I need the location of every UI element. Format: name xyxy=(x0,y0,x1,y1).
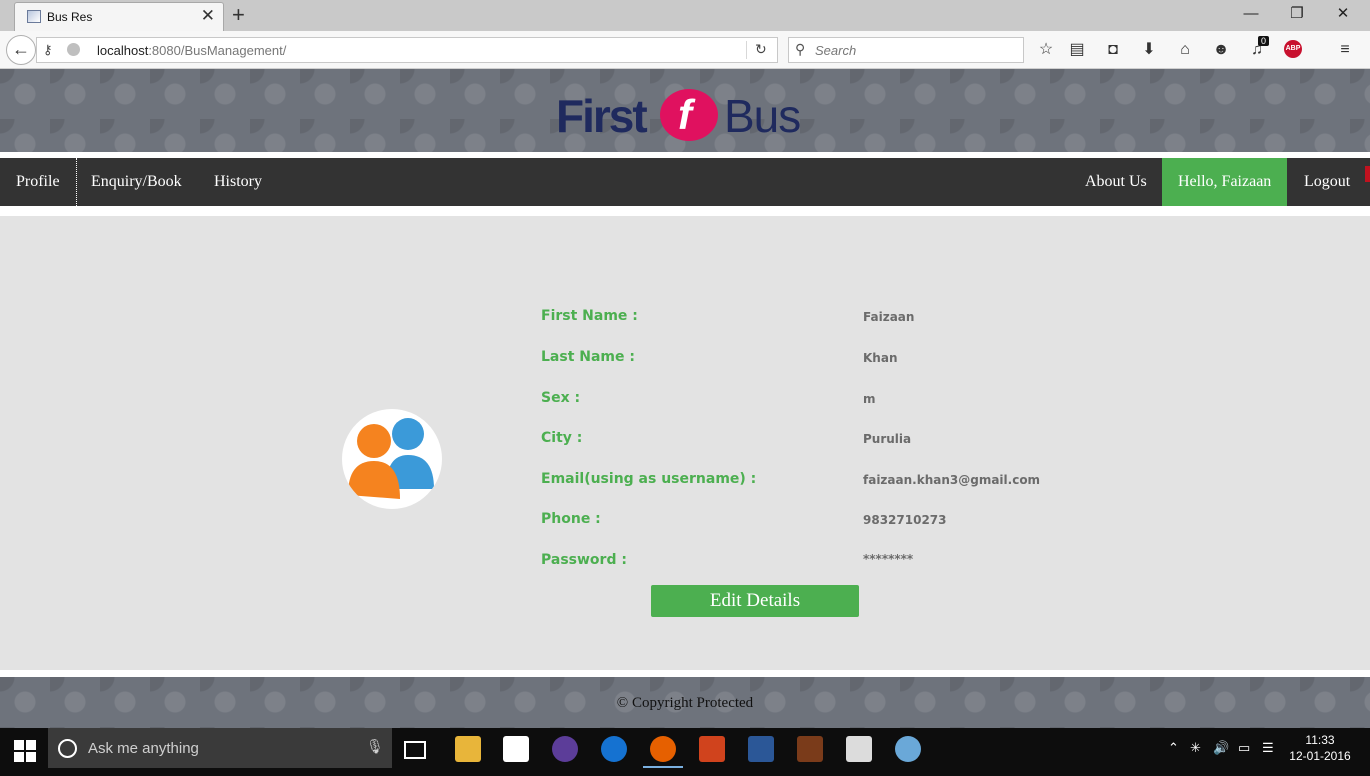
cortana-search-box[interactable]: Ask me anything 🎙 xyxy=(48,728,392,768)
game-icon[interactable] xyxy=(797,736,823,762)
first-name-value: Faizaan xyxy=(863,310,915,324)
first-name-label: First Name : xyxy=(541,308,638,324)
sex-label: Sex : xyxy=(541,390,581,406)
back-arrow-icon: ← xyxy=(12,39,30,59)
task-view-icon[interactable] xyxy=(404,741,426,759)
window-close-icon[interactable]: ✕ xyxy=(1333,4,1353,24)
volume-icon[interactable]: 🔊 xyxy=(1213,740,1229,756)
nav-about-us[interactable]: About Us xyxy=(1085,158,1147,206)
address-bar[interactable]: ⚷ localhost:8080/BusManagement/ ↻ xyxy=(36,37,778,63)
browser-toolbar: ← ⚷ localhost:8080/BusManagement/ ↻ ⚲ Se… xyxy=(0,31,1370,69)
tab-close-icon[interactable]: ✕ xyxy=(201,7,215,25)
tab-title: Bus Res xyxy=(47,10,93,24)
taskbar: Ask me anything 🎙 ⌃ ✳ 🔊 ▭ ☰ 11:33 12-01-… xyxy=(0,728,1370,776)
city-value: Purulia xyxy=(863,432,912,446)
adblock-icon[interactable]: ABP xyxy=(1284,40,1302,58)
search-placeholder: Search xyxy=(815,43,857,58)
cortana-icon xyxy=(58,739,77,758)
tray-chevron-icon[interactable]: ⌃ xyxy=(1168,740,1179,756)
browser-tab[interactable]: Bus Res ✕ xyxy=(14,2,224,31)
edge-browser-icon[interactable] xyxy=(601,736,627,762)
url-text[interactable]: localhost:8080/BusManagement/ xyxy=(97,43,286,58)
globe-icon[interactable] xyxy=(67,43,80,56)
active-app-indicator xyxy=(643,766,683,768)
bookmarks-list-icon[interactable]: ▤ xyxy=(1066,40,1088,62)
site-footer: © Copyright Protected xyxy=(0,677,1370,728)
browser-tabstrip: Bus Res ✕ + — ❐ ✕ xyxy=(0,0,1370,31)
pocket-icon[interactable]: ◘ xyxy=(1102,40,1124,62)
url-divider xyxy=(746,41,747,59)
last-name-value: Khan xyxy=(863,351,898,365)
city-label: City : xyxy=(541,430,583,446)
menu-icon[interactable]: ≡ xyxy=(1334,40,1356,62)
clock-time: 11:33 xyxy=(1305,733,1335,747)
acrobat-icon[interactable] xyxy=(699,736,725,762)
sex-value: m xyxy=(863,392,876,406)
back-button[interactable]: ← xyxy=(6,35,36,65)
microphone-icon[interactable]: 🎙 xyxy=(366,738,384,755)
nav-logout[interactable]: Logout xyxy=(1304,158,1350,206)
nav-edge-marker xyxy=(1365,166,1370,182)
search-bar[interactable]: ⚲ Search xyxy=(788,37,1024,63)
store-icon[interactable] xyxy=(503,736,529,762)
nav-separator xyxy=(76,158,77,206)
download-icon[interactable]: ⬇ xyxy=(1138,40,1160,62)
word-icon[interactable] xyxy=(748,736,774,762)
media-app-icon[interactable] xyxy=(552,736,578,762)
chat-icon[interactable]: ☻ xyxy=(1210,40,1232,62)
cortana-placeholder: Ask me anything xyxy=(88,740,199,757)
bookmark-star-icon[interactable]: ☆ xyxy=(1035,40,1057,62)
password-value: ******** xyxy=(863,552,914,566)
restore-icon[interactable]: ❐ xyxy=(1287,4,1307,24)
minimize-icon[interactable]: — xyxy=(1241,4,1261,24)
nav-hello-user[interactable]: Hello, Faizaan xyxy=(1162,158,1288,206)
email-value: faizaan.khan3@gmail.com xyxy=(863,473,1041,487)
phone-value: 9832710273 xyxy=(863,513,947,527)
phone-label: Phone : xyxy=(541,511,601,527)
home-icon[interactable]: ⌂ xyxy=(1174,40,1196,62)
paint-icon[interactable] xyxy=(895,736,921,762)
reload-icon[interactable]: ↻ xyxy=(755,41,767,58)
battery-icon[interactable]: ▭ xyxy=(1238,740,1250,756)
file-explorer-icon[interactable] xyxy=(455,736,481,762)
divider xyxy=(0,206,1370,216)
firefox-icon[interactable] xyxy=(650,736,676,762)
wifi-icon[interactable]: ✳ xyxy=(1190,740,1201,756)
search-icon: ⚲ xyxy=(795,41,806,57)
new-tab-button[interactable]: + xyxy=(232,3,245,27)
nav-enquiry-book[interactable]: Enquiry/Book xyxy=(91,158,182,206)
copyright-text: © Copyright Protected xyxy=(616,695,754,711)
last-name-label: Last Name : xyxy=(541,349,635,365)
action-center-icon[interactable]: ☰ xyxy=(1262,740,1274,756)
password-label: Password : xyxy=(541,552,627,568)
user-avatar-icon xyxy=(342,409,442,509)
photos-icon[interactable] xyxy=(846,736,872,762)
windows-start-icon[interactable] xyxy=(14,740,36,762)
email-label: Email(using as username) : xyxy=(541,471,757,487)
page-favicon-icon xyxy=(27,10,41,23)
main-nav: Profile Enquiry/Book History About Us He… xyxy=(0,158,1370,206)
clock-date: 12-01-2016 xyxy=(1289,749,1351,763)
nav-history[interactable]: History xyxy=(214,158,262,206)
nav-profile[interactable]: Profile xyxy=(16,158,60,206)
taskbar-clock[interactable]: 11:33 12-01-2016 xyxy=(1288,732,1352,764)
notification-count-badge: 0 xyxy=(1258,36,1270,46)
key-icon[interactable]: ⚷ xyxy=(43,42,53,58)
divider xyxy=(0,670,1370,677)
edit-details-button[interactable]: Edit Details xyxy=(651,585,859,617)
